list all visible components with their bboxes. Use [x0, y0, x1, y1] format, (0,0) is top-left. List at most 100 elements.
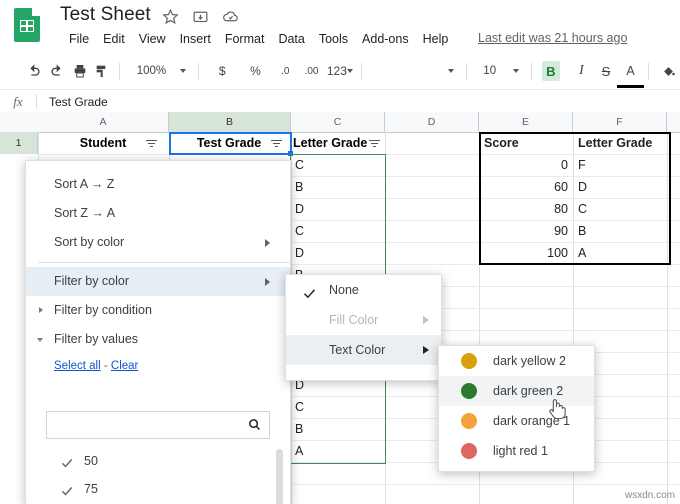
menu-filter-by-values-label: Filter by values: [54, 332, 139, 346]
menu-data[interactable]: Data: [271, 30, 311, 48]
undo-icon[interactable]: [23, 58, 46, 84]
filter-icon-a1[interactable]: [146, 139, 157, 148]
filter-icon-b1[interactable]: [271, 139, 282, 148]
filter-list-scrollbar[interactable]: [276, 449, 283, 504]
formula-bar[interactable]: fx Test Grade: [0, 89, 680, 114]
redo-icon[interactable]: [46, 58, 69, 84]
cell-c1-letter-grade[interactable]: Letter Grade: [293, 132, 371, 154]
cell-f3[interactable]: D: [578, 176, 587, 198]
menu-file[interactable]: File: [62, 30, 96, 48]
cell-c3[interactable]: B: [295, 176, 303, 198]
column-header-e[interactable]: E: [479, 112, 573, 132]
document-title[interactable]: Test Sheet: [60, 4, 151, 26]
filter-value-item[interactable]: 50: [46, 447, 284, 475]
checkmark-icon: [302, 282, 317, 299]
bold-button[interactable]: B: [542, 61, 560, 81]
menu-add-ons[interactable]: Add-ons: [355, 30, 416, 48]
print-icon[interactable]: [68, 58, 91, 84]
cell-f4[interactable]: C: [578, 198, 587, 220]
zoom-level[interactable]: 100%: [133, 60, 169, 82]
color-swatch-icon: [461, 383, 477, 399]
search-icon[interactable]: [247, 417, 262, 435]
clear-link[interactable]: Clear: [111, 360, 138, 372]
move-to-folder-icon[interactable]: [192, 8, 209, 25]
menu-insert[interactable]: Insert: [173, 30, 218, 48]
cell-c14[interactable]: B: [295, 418, 303, 440]
zoom-dropdown-caret-icon[interactable]: [179, 69, 186, 73]
menu-help[interactable]: Help: [416, 30, 456, 48]
column-header-a[interactable]: A: [38, 112, 169, 132]
menu-sort-a-z[interactable]: Sort A → Z: [26, 170, 290, 199]
cell-f5[interactable]: B: [578, 220, 586, 242]
increase-decimal-button[interactable]: .00: [300, 58, 323, 84]
menu-tools[interactable]: Tools: [312, 30, 355, 48]
currency-format-button[interactable]: $: [211, 58, 234, 84]
cell-b1-test-grade[interactable]: Test Grade: [175, 132, 283, 154]
cell-f2[interactable]: F: [578, 154, 586, 176]
star-icon[interactable]: [162, 8, 179, 25]
font-dropdown-caret-icon[interactable]: [447, 69, 454, 73]
row-header-1[interactable]: 1: [0, 132, 38, 154]
cell-e5[interactable]: 90: [479, 220, 568, 242]
cell-c4[interactable]: D: [295, 198, 304, 220]
decrease-decimal-button[interactable]: .0: [274, 58, 297, 84]
select-clear-links: Select all - Clear: [26, 354, 290, 378]
font-size-caret-icon[interactable]: [512, 69, 519, 73]
submenu-fill-color: Fill Color: [286, 305, 441, 335]
cell-f1-grade-header[interactable]: Letter Grade: [578, 132, 652, 154]
filter-value-item[interactable]: 75: [46, 475, 284, 503]
menu-view[interactable]: View: [132, 30, 173, 48]
select-all-link[interactable]: Select all: [54, 360, 101, 372]
number-format-caret-icon[interactable]: [347, 69, 354, 73]
color-option-dark-yellow-2[interactable]: dark yellow 2: [439, 346, 594, 376]
color-option-light-red-1[interactable]: light red 1: [439, 436, 594, 466]
column-header-g[interactable]: [667, 112, 680, 132]
menu-sort-by-color-label: Sort by color: [54, 235, 125, 249]
color-option-dark-orange-1[interactable]: dark orange 1: [439, 406, 594, 436]
percent-format-button[interactable]: %: [244, 58, 267, 84]
cell-c2[interactable]: C: [295, 154, 304, 176]
menu-sort-z-a[interactable]: Sort Z → A: [26, 199, 290, 228]
cell-e4[interactable]: 80: [479, 198, 568, 220]
cell-c15[interactable]: A: [295, 440, 303, 462]
cell-c13[interactable]: C: [295, 396, 304, 418]
fill-color-icon[interactable]: [657, 58, 680, 84]
menu-filter-by-condition[interactable]: Filter by condition: [26, 296, 290, 325]
select-all-corner[interactable]: [0, 112, 39, 132]
cell-e1-score-header[interactable]: Score: [484, 132, 519, 154]
filter-value-label: 50: [84, 454, 98, 468]
menu-format[interactable]: Format: [218, 30, 272, 48]
strikethrough-button[interactable]: S: [595, 58, 618, 84]
menu-filter-by-values[interactable]: Filter by values: [26, 325, 290, 354]
menu-filter-by-color[interactable]: Filter by color: [26, 267, 290, 296]
cell-a1-student[interactable]: Student: [44, 132, 162, 154]
cell-e3[interactable]: 60: [479, 176, 568, 198]
column-header-f[interactable]: F: [573, 112, 667, 132]
column-header-d[interactable]: D: [385, 112, 479, 132]
submenu-text-color[interactable]: Text Color: [286, 335, 441, 365]
column-header-b[interactable]: B: [169, 112, 291, 132]
cloud-saved-icon[interactable]: [222, 8, 239, 25]
cell-f6[interactable]: A: [578, 242, 586, 264]
column-header-c[interactable]: C: [291, 112, 385, 132]
submenu-none[interactable]: None: [286, 275, 441, 305]
chevron-right-icon: [423, 346, 429, 354]
chevron-right-icon: [265, 278, 270, 286]
filter-value-label: 75: [84, 482, 98, 496]
last-edit-status[interactable]: Last edit was 21 hours ago: [478, 31, 627, 45]
number-format-button[interactable]: 123: [326, 58, 347, 84]
cell-e6[interactable]: 100: [479, 242, 568, 264]
filter-icon-c1[interactable]: [369, 139, 380, 148]
cell-c6[interactable]: D: [295, 242, 304, 264]
formula-bar-value[interactable]: Test Grade: [49, 95, 108, 109]
menu-sort-by-color[interactable]: Sort by color: [26, 228, 290, 257]
menu-edit[interactable]: Edit: [96, 30, 132, 48]
font-size-value[interactable]: 10: [479, 60, 501, 82]
color-option-dark-green-2[interactable]: dark green 2: [439, 376, 594, 406]
cell-c5[interactable]: C: [295, 220, 304, 242]
paint-format-icon[interactable]: [91, 58, 114, 84]
cell-e2[interactable]: 0: [479, 154, 568, 176]
filter-search-input[interactable]: [46, 411, 270, 439]
text-color-button[interactable]: A: [617, 58, 644, 88]
italic-button[interactable]: I: [570, 58, 593, 84]
